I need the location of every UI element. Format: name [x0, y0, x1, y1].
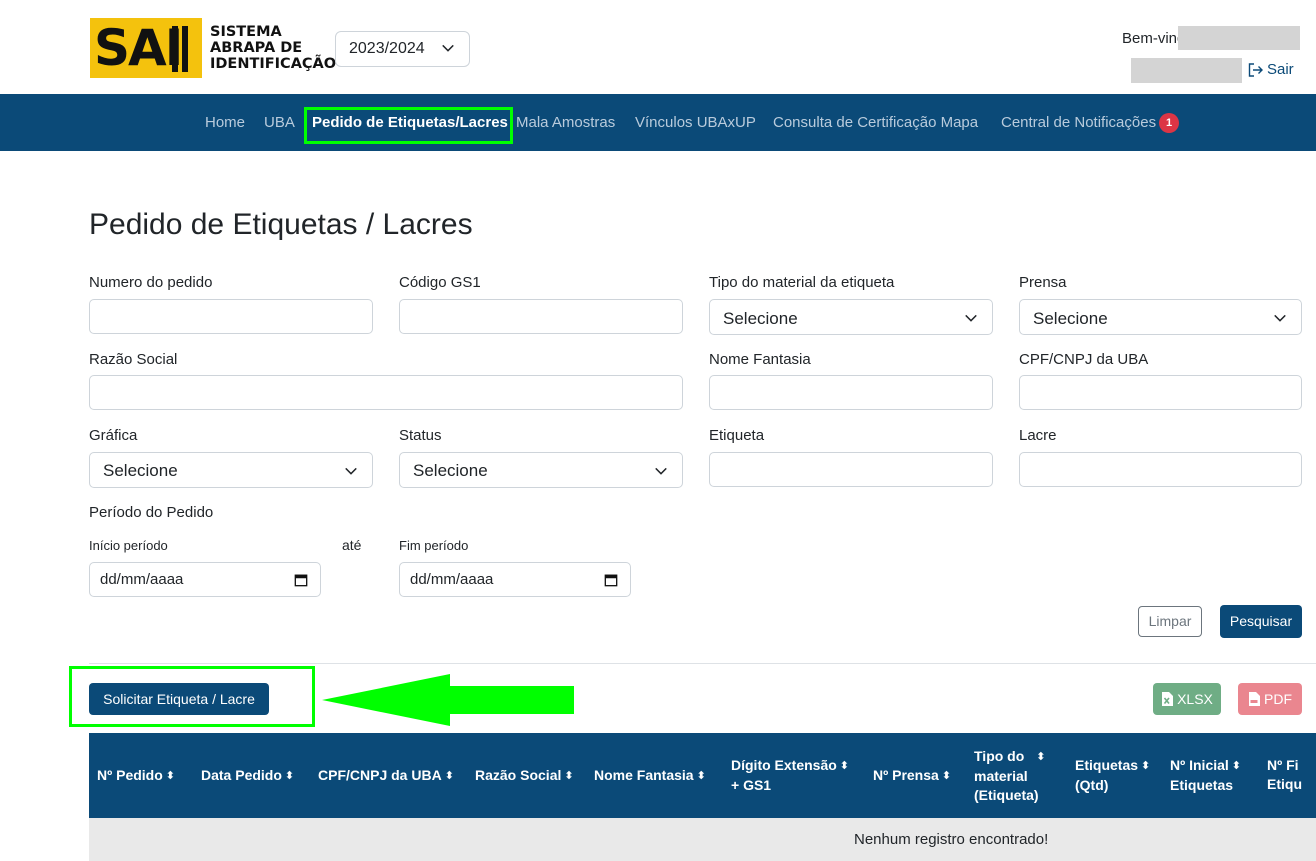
- logout-icon: [1248, 62, 1263, 77]
- pdf-label: PDF: [1264, 691, 1292, 707]
- label-periodo-pedido: Período do Pedido: [89, 504, 214, 521]
- redacted-username: [1178, 26, 1300, 50]
- codigo-gs1-input[interactable]: [399, 299, 683, 334]
- active-nav-highlight: [304, 107, 513, 144]
- label-codigo-gs1: Código GS1: [399, 274, 481, 291]
- nav-mala-amostras[interactable]: Mala Amostras: [516, 94, 615, 151]
- annotation-arrow-icon: [322, 674, 574, 726]
- tipo-material-select[interactable]: Selecione: [709, 299, 993, 335]
- page-title: Pedido de Etiquetas / Lacres: [89, 208, 473, 241]
- label-razao-social: Razão Social: [89, 351, 178, 368]
- nav-home[interactable]: Home: [205, 94, 245, 151]
- chevron-down-icon: [442, 44, 454, 52]
- pesquisar-button[interactable]: Pesquisar: [1220, 605, 1302, 638]
- lacre-input[interactable]: [1019, 452, 1302, 487]
- chevron-down-icon: [965, 314, 977, 322]
- cpf-cnpj-uba-input[interactable]: [1019, 375, 1302, 410]
- col-razao-social[interactable]: Razão Social ⬍: [475, 766, 574, 786]
- col-numero-final-etiquetas[interactable]: Nº Fi Etiqu: [1267, 756, 1302, 794]
- status-value: Selecione: [413, 461, 488, 480]
- nav-central-label: Central de Notificações: [1001, 114, 1157, 131]
- logout-label: Sair: [1267, 61, 1294, 78]
- empty-message: Nenhum registro encontrado!: [854, 831, 1049, 848]
- table-header: Nº Pedido ⬍ Data Pedido ⬍ CPF/CNPJ da UBA ⬍…: [89, 733, 1316, 818]
- chevron-down-icon: [1274, 314, 1286, 322]
- section-divider: [89, 663, 1316, 664]
- chevron-down-icon: [655, 467, 667, 475]
- fim-periodo-date[interactable]: dd/mm/aaaa: [399, 562, 631, 597]
- fim-periodo-placeholder: dd/mm/aaaa: [410, 571, 494, 588]
- redacted-user-info: [1131, 58, 1242, 83]
- season-select[interactable]: 2023/2024: [335, 31, 470, 67]
- sort-icon: ⬍: [284, 770, 295, 782]
- col-digito-extensao-gs1[interactable]: Dígito Extensão ⬍ + GS1: [731, 756, 849, 795]
- sort-icon: ⬍: [564, 770, 574, 782]
- label-tipo-material: Tipo do material da etiqueta: [709, 274, 895, 291]
- col-numero-pedido[interactable]: Nº Pedido ⬍: [97, 766, 175, 786]
- label-etiqueta: Etiqueta: [709, 427, 765, 444]
- label-ate: até: [342, 537, 362, 553]
- col-cpf-cnpj-uba[interactable]: CPF/CNPJ da UBA ⬍: [318, 766, 454, 786]
- prensa-value: Selecione: [1033, 309, 1108, 328]
- label-inicio-periodo: Início período: [89, 538, 168, 553]
- calendar-icon[interactable]: [294, 573, 308, 587]
- grafica-value: Selecione: [103, 461, 178, 480]
- inicio-periodo-placeholder: dd/mm/aaaa: [100, 571, 184, 588]
- sort-icon: ⬍: [1036, 751, 1046, 763]
- col-numero-inicial-etiquetas[interactable]: Nº Inicial ⬍ Etiquetas: [1170, 756, 1241, 795]
- limpar-button[interactable]: Limpar: [1138, 606, 1202, 637]
- export-xlsx-button[interactable]: XLSX: [1153, 683, 1221, 715]
- export-pdf-button[interactable]: PDF: [1238, 683, 1302, 715]
- numero-pedido-input[interactable]: [89, 299, 373, 334]
- label-cpf-cnpj-uba: CPF/CNPJ da UBA: [1019, 351, 1149, 368]
- prensa-select[interactable]: Selecione: [1019, 299, 1302, 335]
- logo-text: SISTEMA ABRAPA DE IDENTIFICAÇÃO: [210, 24, 337, 72]
- sort-icon: ⬍: [696, 770, 706, 782]
- label-prensa: Prensa: [1019, 274, 1067, 291]
- logo-mark: SAI: [90, 18, 202, 78]
- label-lacre: Lacre: [1019, 427, 1057, 444]
- season-select-value: 2023/2024: [349, 40, 425, 57]
- nome-fantasia-input[interactable]: [709, 375, 993, 410]
- sort-icon: ⬍: [941, 770, 952, 782]
- label-numero-pedido: Numero do pedido: [89, 274, 213, 291]
- sai-logo[interactable]: SAI SISTEMA ABRAPA DE IDENTIFICAÇÃO: [90, 18, 336, 78]
- nav-vinculos[interactable]: Vínculos UBAxUP: [635, 94, 756, 151]
- pdf-file-icon: [1249, 692, 1260, 706]
- chevron-down-icon: [345, 467, 357, 475]
- inicio-periodo-date[interactable]: dd/mm/aaaa: [89, 562, 321, 597]
- col-etiquetas-qtd[interactable]: Etiquetas ⬍ (Qtd): [1075, 756, 1150, 795]
- tipo-material-value: Selecione: [723, 309, 798, 328]
- etiqueta-input[interactable]: [709, 452, 993, 487]
- col-nome-fantasia[interactable]: Nome Fantasia ⬍: [594, 766, 706, 786]
- nav-central-notificacoes[interactable]: Central de Notificações 1: [1001, 94, 1180, 151]
- label-nome-fantasia: Nome Fantasia: [709, 351, 811, 368]
- grafica-select[interactable]: Selecione: [89, 452, 373, 488]
- notification-badge: 1: [1159, 113, 1180, 134]
- sort-icon: ⬍: [444, 770, 454, 782]
- logo-letters: SAI: [94, 19, 183, 77]
- col-tipo-material[interactable]: Tipo do ⬍ material (Etiqueta): [974, 747, 1046, 805]
- sort-icon: ⬍: [839, 760, 850, 772]
- status-select[interactable]: Selecione: [399, 452, 683, 488]
- sort-icon: ⬍: [165, 770, 176, 782]
- razao-social-input[interactable]: [89, 375, 683, 410]
- calendar-icon[interactable]: [604, 573, 618, 587]
- sort-icon: ⬍: [1141, 760, 1151, 772]
- main-nav: Home UBA Pedido de Etiquetas/Lacres Mala…: [0, 94, 1316, 151]
- nav-consulta-certificacao[interactable]: Consulta de Certificação Mapa: [773, 94, 978, 151]
- sort-icon: ⬍: [1231, 760, 1242, 772]
- solicitar-highlight-box: [69, 666, 315, 727]
- excel-file-icon: [1162, 692, 1174, 706]
- col-data-pedido[interactable]: Data Pedido ⬍: [201, 766, 294, 786]
- logout-link[interactable]: Sair: [1248, 61, 1294, 78]
- label-status: Status: [399, 427, 442, 444]
- col-numero-prensa[interactable]: Nº Prensa ⬍: [873, 766, 951, 786]
- label-fim-periodo: Fim período: [399, 538, 469, 553]
- label-grafica: Gráfica: [89, 427, 138, 444]
- nav-uba[interactable]: UBA: [264, 94, 295, 151]
- table-empty-row: Nenhum registro encontrado!: [89, 818, 1316, 861]
- xlsx-label: XLSX: [1177, 691, 1213, 707]
- header: SAI SISTEMA ABRAPA DE IDENTIFICAÇÃO 2023…: [0, 0, 1316, 94]
